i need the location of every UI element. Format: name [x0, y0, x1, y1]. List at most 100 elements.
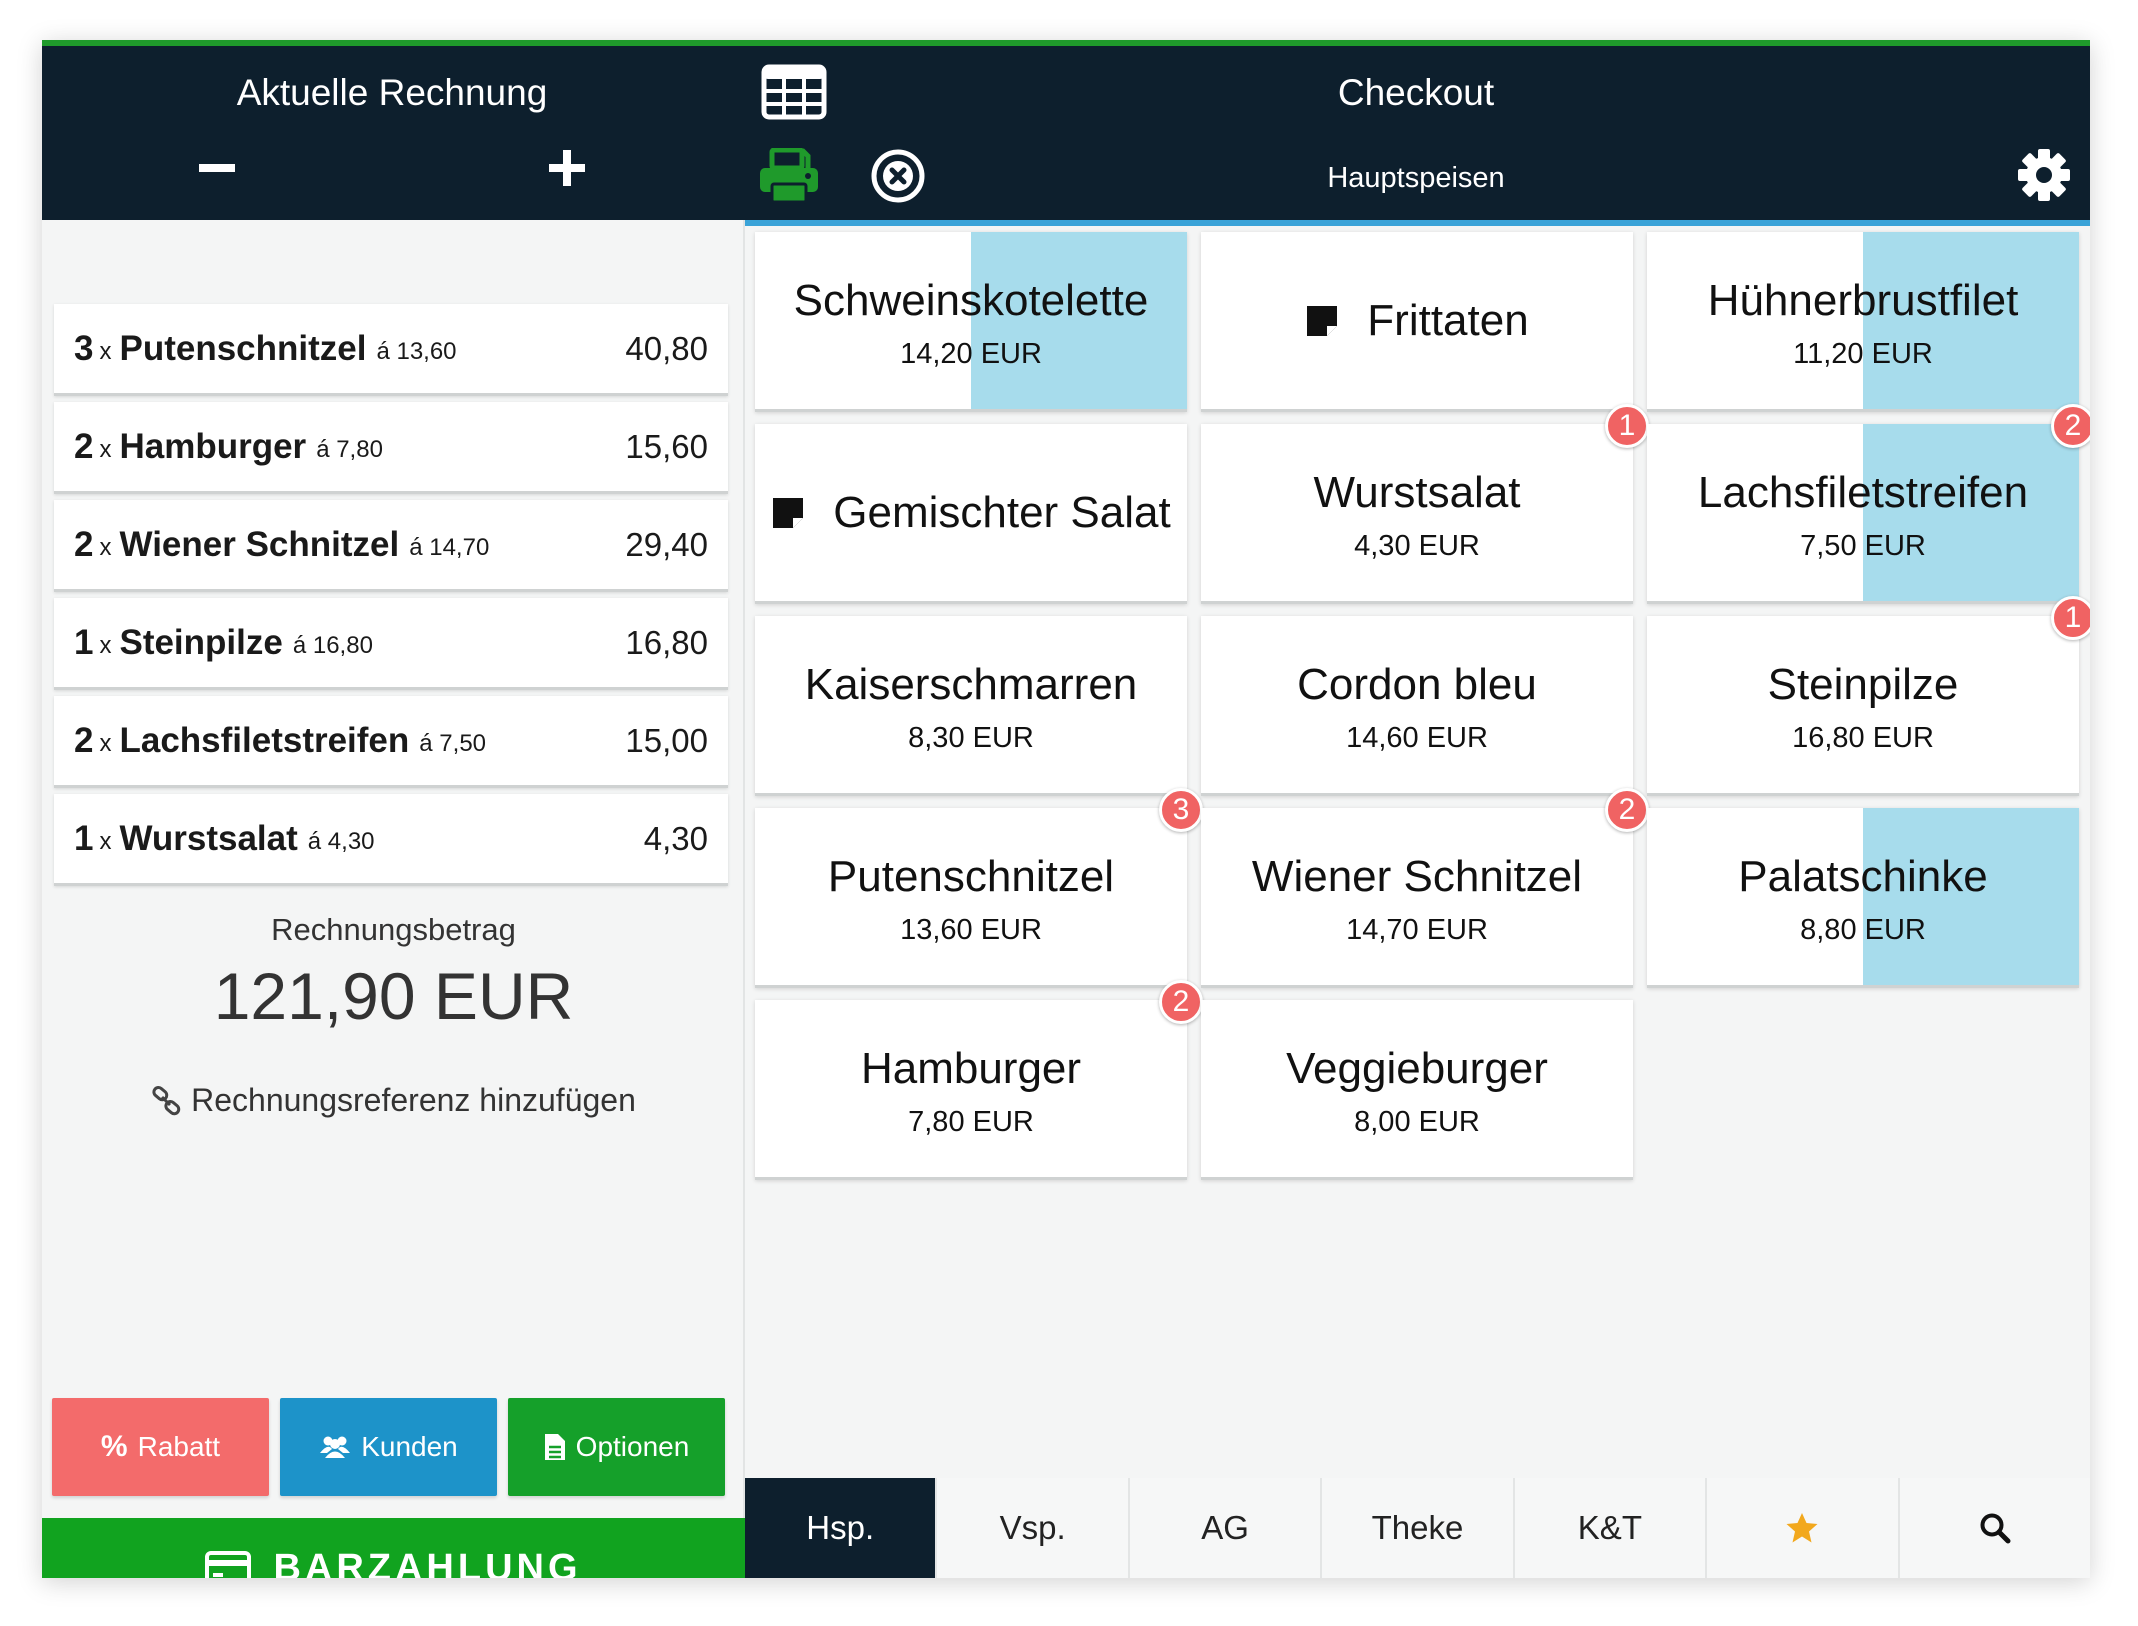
- item-total: 29,40: [625, 525, 708, 563]
- gear-icon: [2018, 149, 2070, 201]
- product-tile[interactable]: Schweinskotelette 14,20 EUR: [755, 232, 1187, 412]
- tab-vsp[interactable]: Vsp.: [937, 1478, 1130, 1578]
- item-name: Lachsfiletstreifen: [119, 720, 410, 760]
- product-tile[interactable]: Gemischter Salat: [755, 424, 1187, 604]
- tab-theke[interactable]: Theke: [1322, 1478, 1515, 1578]
- times-sign: x: [99, 435, 112, 463]
- item-total: 15,60: [625, 427, 708, 465]
- item-unit-price: á 16,80: [292, 631, 373, 659]
- product-tile[interactable]: Putenschnitzel 13,60 EUR 3: [755, 788, 1203, 988]
- times-sign: x: [99, 533, 112, 561]
- product-tile[interactable]: Cordon bleu 14,60 EUR: [1201, 616, 1633, 796]
- bill-line-item[interactable]: 1x Wurstsalat á 4,30 4,30: [54, 794, 728, 886]
- item-total: 4,30: [643, 819, 708, 857]
- times-sign: x: [99, 827, 112, 855]
- cash-payment-label: BARZAHLUNG: [273, 1546, 582, 1579]
- item-quantity: 2: [74, 524, 94, 564]
- tab-search[interactable]: [1900, 1478, 2090, 1578]
- product-tile[interactable]: Palatschinke 8,80 EUR: [1647, 808, 2079, 988]
- item-unit-price: á 14,70: [409, 533, 490, 561]
- item-name: Putenschnitzel: [119, 328, 367, 368]
- category-title: Hauptspeisen: [1327, 162, 1505, 194]
- pos-app: Aktuelle Rechnung Checkout Hauptspeisen …: [42, 40, 2090, 1578]
- product-tile[interactable]: Wurstsalat 4,30 EUR 1: [1201, 404, 1649, 604]
- product-name: Steinpilze: [1767, 660, 1959, 709]
- product-price: 11,20 EUR: [1793, 338, 1933, 370]
- product-tile[interactable]: Frittaten: [1201, 232, 1633, 412]
- bill-line-item[interactable]: 2x Lachsfiletstreifen á 7,50 15,00: [54, 696, 728, 788]
- item-quantity: 1: [74, 818, 94, 858]
- star-icon: [1786, 1513, 1818, 1543]
- item-name: Wiener Schnitzel: [119, 524, 400, 564]
- bill-line-item[interactable]: 1x Steinpilze á 16,80 16,80: [54, 598, 728, 690]
- product-price: 4,30 EUR: [1354, 530, 1480, 562]
- checkout-title: Checkout: [1337, 72, 1495, 113]
- decrease-button[interactable]: [182, 133, 252, 203]
- product-name: Wurstsalat: [1313, 468, 1521, 517]
- bill-line-item[interactable]: 2x Wiener Schnitzel á 14,70 29,40: [54, 500, 728, 592]
- bill-total-label: Rechnungsbetrag: [271, 912, 516, 947]
- product-name: Frittaten: [1367, 296, 1529, 345]
- customers-button[interactable]: Kunden: [280, 1398, 497, 1496]
- credit-card-icon: [205, 1551, 252, 1578]
- product-name: Wiener Schnitzel: [1251, 852, 1583, 901]
- bill-line-item[interactable]: 2x Hamburger á 7,80 15,60: [54, 402, 728, 494]
- minus-icon: [199, 164, 235, 172]
- link-icon: [152, 1085, 181, 1115]
- item-unit-price: á 7,80: [316, 435, 383, 463]
- product-tile[interactable]: Hamburger 7,80 EUR 2: [755, 980, 1203, 1180]
- options-button[interactable]: Optionen: [508, 1398, 725, 1496]
- quantity-badge: 2: [2051, 404, 2090, 448]
- tab-kt[interactable]: K&T: [1515, 1478, 1708, 1578]
- product-tile[interactable]: Lachsfiletstreifen 7,50 EUR 2: [1647, 404, 2090, 604]
- product-tile[interactable]: Steinpilze 16,80 EUR 1: [1647, 596, 2090, 796]
- item-name: Steinpilze: [119, 622, 283, 662]
- product-tile[interactable]: Kaiserschmarren 8,30 EUR: [755, 616, 1187, 796]
- times-sign: x: [99, 729, 112, 757]
- product-price: 8,30 EUR: [908, 722, 1034, 754]
- item-total: 40,80: [625, 329, 708, 367]
- product-name: Hühnerbrustfilet: [1707, 276, 2019, 325]
- product-price: 8,80 EUR: [1800, 914, 1926, 946]
- product-price: 13,60 EUR: [900, 914, 1042, 946]
- times-sign: x: [99, 631, 112, 659]
- header-bar: Aktuelle Rechnung Checkout Hauptspeisen: [42, 46, 2090, 226]
- quantity-badge: 3: [1159, 788, 1203, 832]
- product-name: Cordon bleu: [1297, 660, 1537, 709]
- product-price: 14,70 EUR: [1346, 914, 1488, 946]
- discount-label: Rabatt: [137, 1431, 221, 1462]
- category-tabs: Hsp. Vsp. AG Theke K&T: [745, 1478, 2090, 1578]
- discount-button[interactable]: % Rabatt: [52, 1398, 269, 1496]
- product-name-row: Frittaten: [1201, 296, 1633, 346]
- tab-ag[interactable]: AG: [1130, 1478, 1323, 1578]
- item-name: Hamburger: [119, 426, 307, 466]
- item-unit-price: á 13,60: [376, 337, 457, 365]
- product-name-row: Gemischter Salat: [755, 488, 1187, 538]
- bill-total-value: 121,90 EUR: [213, 959, 574, 1033]
- add-reference-link[interactable]: Rechnungsreferenz hinzufügen: [42, 1082, 745, 1119]
- cash-payment-button[interactable]: BARZAHLUNG: [42, 1518, 745, 1578]
- quantity-badge: 2: [1159, 980, 1203, 1024]
- users-icon: [320, 1436, 351, 1458]
- product-price: 8,00 EUR: [1354, 1106, 1480, 1138]
- item-quantity: 3: [74, 328, 94, 368]
- quantity-badge: 1: [2051, 596, 2090, 640]
- percent-icon: %: [100, 1430, 128, 1463]
- product-price: 7,50 EUR: [1800, 530, 1926, 562]
- product-name: Palatschinke: [1738, 852, 1988, 901]
- item-name: Wurstsalat: [119, 818, 298, 858]
- increase-button[interactable]: [532, 133, 602, 203]
- product-tile[interactable]: Hühnerbrustfilet 11,20 EUR: [1647, 232, 2079, 412]
- item-quantity: 1: [74, 622, 94, 662]
- tab-favorites[interactable]: [1707, 1478, 1900, 1578]
- tab-hsp[interactable]: Hsp.: [745, 1478, 938, 1578]
- product-tile[interactable]: Wiener Schnitzel 14,70 EUR 2: [1201, 788, 1649, 988]
- bill-line-item[interactable]: 3x Putenschnitzel á 13,60 40,80: [54, 304, 728, 396]
- product-name: Lachsfiletstreifen: [1697, 468, 2029, 517]
- times-sign: x: [99, 337, 112, 365]
- product-price: 14,60 EUR: [1346, 722, 1488, 754]
- product-tile[interactable]: Veggieburger 8,00 EUR: [1201, 1000, 1633, 1180]
- bill-panel: 3x Putenschnitzel á 13,60 40,80 2x Hambu…: [42, 220, 745, 1578]
- plus-icon: [549, 150, 585, 186]
- settings-button[interactable]: [2017, 148, 2073, 204]
